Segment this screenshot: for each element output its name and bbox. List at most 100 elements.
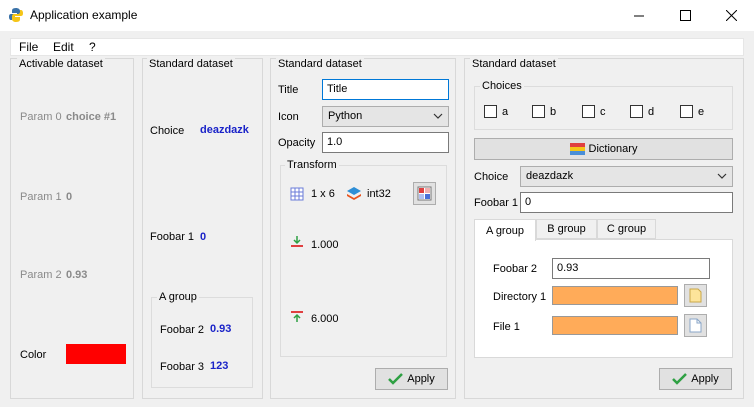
- title-input[interactable]: Title: [322, 79, 449, 100]
- max-value: 6.000: [311, 313, 339, 325]
- foobar2-label-4: Foobar 2: [493, 263, 538, 275]
- activable-dataset-title: Activable dataset: [17, 58, 105, 70]
- foobar1-input-4[interactable]: 0: [520, 192, 733, 213]
- python-app-icon: [9, 8, 23, 22]
- file-input[interactable]: [552, 316, 678, 335]
- color-swatch[interactable]: [66, 344, 126, 364]
- param1-label: Param 1: [20, 191, 62, 203]
- choice-label-2: Choice: [150, 125, 185, 137]
- foobar2-input-4[interactable]: 0.93: [552, 258, 710, 279]
- menu-help[interactable]: ?: [89, 40, 96, 54]
- chevron-down-icon: [433, 113, 443, 119]
- title-bar: Application example: [0, 0, 754, 31]
- foobar1-value-2: 0: [200, 231, 207, 243]
- foobar1-label-2: Foobar 1: [150, 231, 195, 243]
- apply-button-3-label: Apply: [407, 373, 435, 385]
- param2-value: 0.93: [66, 269, 88, 281]
- choice-combo-4[interactable]: deazdazk: [520, 166, 733, 187]
- opacity-input[interactable]: 1.0: [322, 132, 449, 153]
- maximize-icon: [679, 10, 691, 21]
- checkmark-icon: [388, 373, 404, 385]
- param0-value: choice #1: [66, 111, 117, 123]
- folder-icon: [689, 288, 702, 303]
- close-icon: [725, 10, 737, 21]
- checkbox-b[interactable]: [532, 105, 545, 118]
- grid-edit-icon: [417, 186, 432, 201]
- checkbox-a[interactable]: [484, 105, 497, 118]
- tab-b-group-label: B group: [547, 223, 586, 235]
- checkbox-c[interactable]: [582, 105, 595, 118]
- directory-input[interactable]: [552, 286, 678, 305]
- chevron-down-icon: [717, 173, 727, 179]
- a-group-title: A group: [157, 291, 199, 303]
- color-label: Color: [20, 349, 47, 361]
- foobar1-label-4: Foobar 1: [474, 197, 519, 209]
- choice-value-2: deazdazk: [200, 124, 249, 136]
- standard-dataset-title-4: Standard dataset: [470, 58, 558, 70]
- menu-file[interactable]: File: [19, 40, 38, 54]
- standard-dataset-title-2: Standard dataset: [147, 58, 235, 70]
- shape-value: 1 x 6: [311, 188, 335, 200]
- dictionary-icon: [569, 143, 585, 155]
- checkbox-a-label: a: [502, 106, 509, 118]
- max-value-icon: [291, 311, 303, 322]
- menu-bar: File Edit ?: [10, 38, 744, 56]
- checkbox-b-label: b: [550, 106, 557, 118]
- foobar3-value-2: 123: [210, 360, 229, 372]
- array-shape-icon: [290, 187, 304, 201]
- foobar2-input-4-value: 0.93: [557, 262, 579, 274]
- checkbox-c-label: c: [600, 106, 606, 118]
- directory-label: Directory 1: [493, 291, 547, 303]
- foobar3-label-2: Foobar 3: [160, 361, 205, 373]
- choice-label-4: Choice: [474, 171, 509, 183]
- minimize-button[interactable]: [616, 0, 662, 31]
- icon-combo-value: Python: [328, 110, 363, 122]
- tab-c-group[interactable]: C group: [597, 219, 656, 239]
- opacity-label: Opacity: [278, 137, 316, 149]
- file-label: File 1: [493, 321, 520, 333]
- min-value-icon: [291, 236, 303, 247]
- menu-edit[interactable]: Edit: [53, 40, 74, 54]
- apply-button-4[interactable]: Apply: [659, 368, 732, 390]
- checkbox-e[interactable]: [680, 105, 693, 118]
- transform-title: Transform: [285, 159, 339, 171]
- title-label: Title: [278, 84, 299, 96]
- checkbox-d[interactable]: [630, 105, 643, 118]
- document-icon: [689, 318, 702, 333]
- a-group-box: [151, 297, 253, 388]
- checkbox-d-label: d: [648, 106, 655, 118]
- maximize-button[interactable]: [662, 0, 708, 31]
- foobar1-input-4-value: 0: [525, 196, 532, 208]
- standard-dataset-title-3: Standard dataset: [276, 58, 364, 70]
- foobar2-label-2: Foobar 2: [160, 324, 205, 336]
- apply-button-3[interactable]: Apply: [375, 368, 448, 390]
- checkmark-icon: [672, 373, 688, 385]
- foobar2-value-2: 0.93: [210, 323, 232, 335]
- tab-c-group-label: C group: [606, 223, 647, 235]
- dictionary-button-label: Dictionary: [588, 143, 638, 155]
- array-editor-button[interactable]: [413, 182, 436, 205]
- opacity-input-value: 1.0: [327, 136, 343, 148]
- browse-file-button[interactable]: [684, 314, 707, 337]
- tab-a-group-label: A group: [486, 224, 524, 237]
- param2-label: Param 2: [20, 269, 62, 281]
- tab-a-group[interactable]: A group: [474, 219, 536, 241]
- checkbox-e-label: e: [698, 106, 705, 118]
- icon-combo[interactable]: Python: [322, 106, 449, 127]
- choice-combo-4-value: deazdazk: [526, 170, 574, 182]
- apply-button-4-label: Apply: [691, 373, 719, 385]
- param1-value: 0: [66, 191, 73, 203]
- dictionary-button[interactable]: Dictionary: [474, 138, 733, 160]
- choices-title: Choices: [480, 80, 524, 92]
- minimize-icon: [633, 15, 644, 17]
- min-value: 1.000: [311, 239, 339, 251]
- window-title: Application example: [30, 8, 138, 22]
- tab-b-group[interactable]: B group: [536, 219, 597, 239]
- datatype-layers-icon: [347, 187, 361, 200]
- browse-directory-button[interactable]: [684, 284, 707, 307]
- dtype-value: int32: [367, 188, 391, 200]
- title-input-value: Title: [327, 83, 348, 95]
- param0-label: Param 0: [20, 111, 62, 123]
- close-button[interactable]: [708, 0, 754, 31]
- icon-label: Icon: [278, 111, 299, 123]
